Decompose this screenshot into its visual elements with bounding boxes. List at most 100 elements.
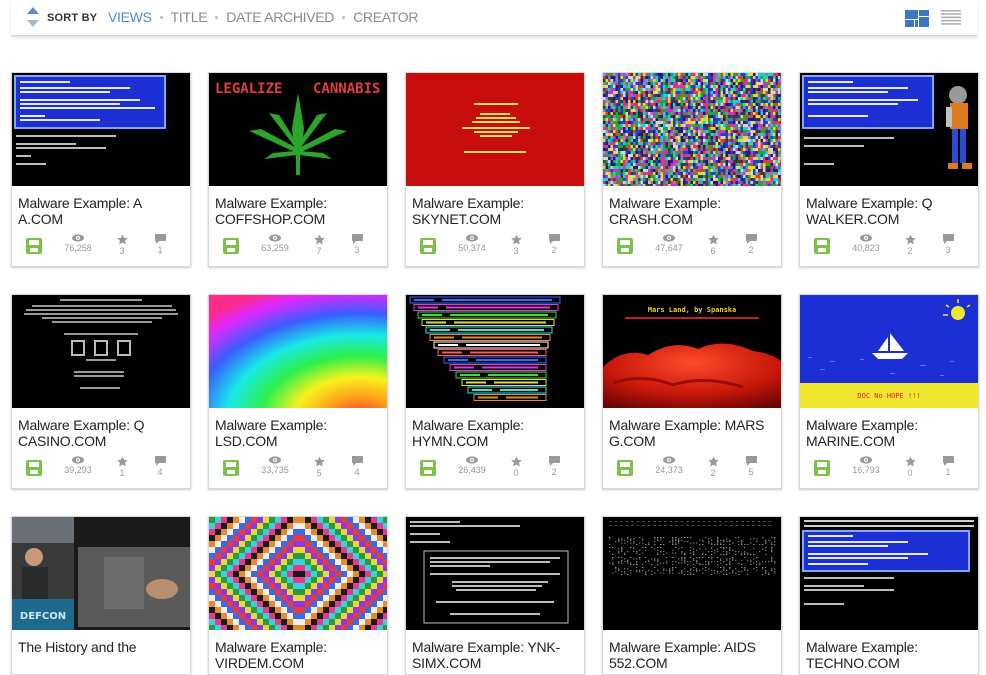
item-title[interactable]: Malware Example: YNK-SIMX.COM	[406, 630, 584, 674]
item-card[interactable]: LEGALIZE CANNABIS Malware Example: COFFS…	[208, 72, 388, 267]
comment-icon	[745, 234, 757, 244]
item-thumbnail[interactable]	[406, 517, 584, 630]
item-title[interactable]: Malware Example: VIRDEM.COM	[209, 630, 387, 674]
item-title[interactable]: Malware Example: SKYNET.COM	[406, 186, 584, 230]
reviews-count: 1	[157, 245, 163, 255]
favorites-count: 0	[513, 468, 519, 478]
favorites-count: 7	[316, 246, 322, 256]
views-stat: 63,259	[251, 234, 299, 253]
eye-icon	[466, 456, 478, 464]
item-thumbnail[interactable]: DEFCON	[12, 517, 190, 630]
item-card[interactable]: Malware Example: Q CASINO.COM 39,293 1 4	[11, 294, 191, 489]
separator-dot	[159, 15, 163, 19]
item-thumbnail[interactable]	[603, 517, 781, 630]
save-icon	[223, 460, 239, 476]
views-count: 16,793	[852, 465, 880, 475]
favorites-count: 2	[710, 468, 716, 478]
reviews-stat: 2	[542, 456, 566, 477]
favorites-count: 2	[907, 246, 913, 256]
item-stats: 26,439 0 2	[406, 452, 584, 488]
save-icon	[814, 460, 830, 476]
reviews-stat: 5	[739, 456, 763, 477]
reviews-count: 3	[354, 245, 360, 255]
item-title[interactable]: The History and the	[12, 630, 190, 674]
comment-icon	[154, 234, 166, 244]
favorites-stat: 3	[110, 234, 134, 256]
item-card[interactable]: Mars Land, by Spanska Malware Example: M…	[602, 294, 782, 489]
item-title[interactable]: Malware Example: HYMN.COM	[406, 408, 584, 452]
item-stats: 24,373 2 5	[603, 452, 781, 488]
reviews-count: 2	[551, 467, 557, 477]
eye-icon	[269, 234, 281, 242]
item-stats: 16,793 0 1	[800, 452, 978, 488]
sort-views-button[interactable]: VIEWS	[108, 9, 152, 25]
reviews-stat: 3	[936, 234, 960, 255]
sort-date-archived-button[interactable]: DATE ARCHIVED	[226, 9, 334, 25]
favorites-stat: 2	[701, 456, 725, 478]
item-thumbnail[interactable]	[603, 73, 781, 186]
item-thumbnail[interactable]	[12, 295, 190, 408]
tile-view-icon[interactable]	[905, 10, 929, 27]
reviews-stat: 4	[148, 456, 172, 477]
item-title[interactable]: Malware Example: A A.COM	[12, 186, 190, 230]
item-card[interactable]: Malware Example: AIDS 552.COM	[602, 516, 782, 675]
item-title[interactable]: Malware Example: AIDS 552.COM	[603, 630, 781, 674]
views-count: 24,373	[655, 465, 683, 475]
item-card[interactable]: Malware Example: HYMN.COM 26,439 0 2	[405, 294, 585, 489]
item-card[interactable]: Malware Example: Q WALKER.COM 40,823 2 3	[799, 72, 979, 267]
item-thumbnail[interactable]	[12, 73, 190, 186]
views-stat: 50,374	[448, 234, 496, 253]
favorites-stat: 1	[110, 456, 134, 478]
star-icon	[116, 234, 128, 245]
item-thumbnail[interactable]: Mars Land, by Spanska	[603, 295, 781, 408]
item-title[interactable]: Malware Example: MARINE.COM	[800, 408, 978, 452]
item-thumbnail[interactable]	[209, 517, 387, 630]
views-count: 63,259	[261, 243, 289, 253]
list-view-icon[interactable]	[941, 10, 961, 25]
sort-direction-icon[interactable]	[27, 7, 39, 27]
views-count: 26,439	[458, 465, 486, 475]
item-card[interactable]: DOC No HOPE !!! Malware Example: MARINE.…	[799, 294, 979, 489]
item-card[interactable]: Malware Example: YNK-SIMX.COM	[405, 516, 585, 675]
item-stats: 47,647 6 2	[603, 230, 781, 266]
item-thumbnail[interactable]	[209, 295, 387, 408]
item-title[interactable]: Malware Example: Q CASINO.COM	[12, 408, 190, 452]
item-stats: 33,735 5 4	[209, 452, 387, 488]
item-card[interactable]: Malware Example: LSD.COM 33,735 5 4	[208, 294, 388, 489]
item-card[interactable]: Malware Example: CRASH.COM 47,647 6 2	[602, 72, 782, 267]
item-card[interactable]: Malware Example: TECHNO.COM	[799, 516, 979, 675]
save-icon	[223, 238, 239, 254]
favorites-count: 3	[119, 246, 125, 256]
reviews-stat: 2	[542, 234, 566, 255]
item-thumbnail[interactable]: LEGALIZE CANNABIS	[209, 73, 387, 186]
item-card[interactable]: DEFCON The History and the	[11, 516, 191, 675]
eye-icon	[663, 234, 675, 242]
item-thumbnail[interactable]	[406, 73, 584, 186]
favorites-stat: 3	[504, 234, 528, 256]
item-title[interactable]: Malware Example: MARS G.COM	[603, 408, 781, 452]
item-thumbnail[interactable]	[800, 517, 978, 630]
item-thumbnail[interactable]	[800, 73, 978, 186]
save-icon	[26, 238, 42, 254]
sort-creator-button[interactable]: CREATOR	[353, 9, 418, 25]
save-icon	[420, 460, 436, 476]
views-stat: 47,647	[645, 234, 693, 253]
views-count: 50,374	[458, 243, 486, 253]
reviews-count: 3	[945, 245, 951, 255]
item-title[interactable]: Malware Example: Q WALKER.COM	[800, 186, 978, 230]
views-stat: 39,293	[54, 456, 102, 475]
save-icon	[617, 238, 633, 254]
comment-icon	[154, 456, 166, 466]
eye-icon	[663, 456, 675, 464]
item-title[interactable]: Malware Example: LSD.COM	[209, 408, 387, 452]
item-card[interactable]: Malware Example: A A.COM 76,258 3 1	[11, 72, 191, 267]
item-title[interactable]: Malware Example: COFFSHOP.COM	[209, 186, 387, 230]
item-title[interactable]: Malware Example: TECHNO.COM	[800, 630, 978, 674]
item-thumbnail[interactable]: DOC No HOPE !!!	[800, 295, 978, 408]
star-icon	[313, 234, 325, 245]
item-thumbnail[interactable]	[406, 295, 584, 408]
sort-title-button[interactable]: TITLE	[171, 9, 208, 25]
item-title[interactable]: Malware Example: CRASH.COM	[603, 186, 781, 230]
item-card[interactable]: Malware Example: VIRDEM.COM	[208, 516, 388, 675]
item-card[interactable]: Malware Example: SKYNET.COM 50,374 3 2	[405, 72, 585, 267]
